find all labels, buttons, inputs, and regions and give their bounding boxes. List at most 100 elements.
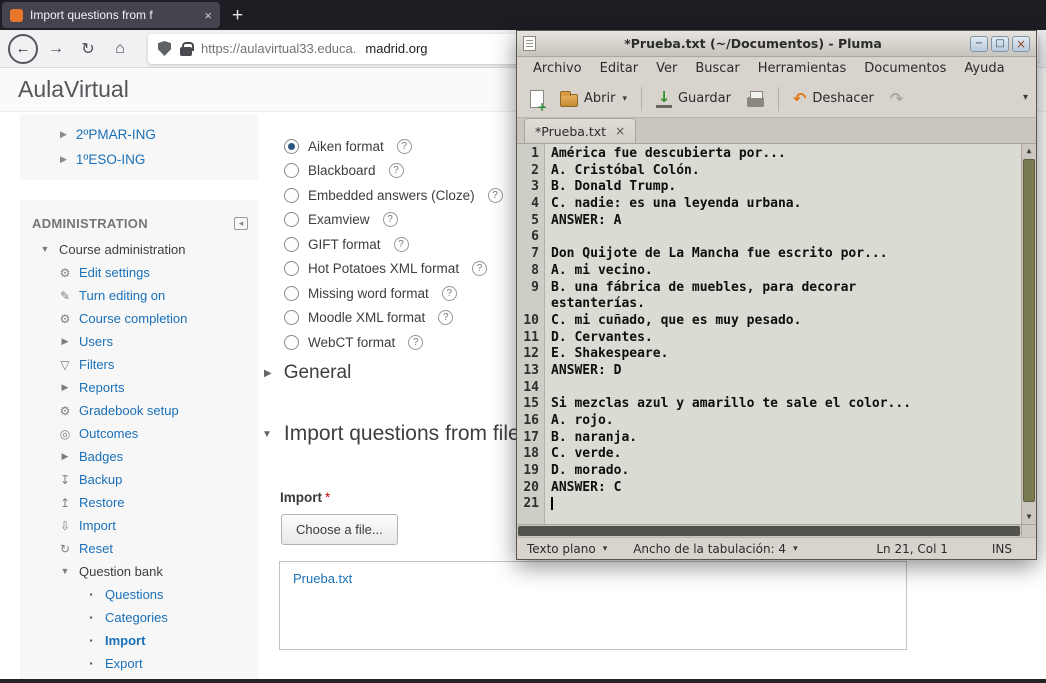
highlight-mode-selector[interactable]: Texto plano ▾: [527, 542, 607, 556]
admin-item-questions[interactable]: ▪ Questions: [20, 583, 258, 606]
file-drop-area[interactable]: Prueba.txt: [279, 561, 907, 650]
tab-close-icon[interactable]: ×: [204, 8, 212, 23]
editor-line[interactable]: 13ANSWER: D: [517, 363, 1021, 380]
admin-item-filters[interactable]: ▽ Filters: [20, 353, 258, 376]
browser-tab[interactable]: Import questions from f ×: [2, 2, 220, 28]
chevron-down-icon[interactable]: ▼: [38, 245, 52, 254]
help-icon[interactable]: ?: [472, 261, 487, 276]
editor-line[interactable]: 12E. Shakespeare.: [517, 346, 1021, 363]
menu-ayuda[interactable]: Ayuda: [955, 61, 1013, 76]
menu-herramientas[interactable]: Herramientas: [749, 61, 856, 76]
line-text[interactable]: Don Quijote de La Mancha fue escrito por…: [539, 246, 888, 263]
chevron-right-icon[interactable]: ▶: [60, 129, 67, 140]
help-icon[interactable]: ?: [442, 286, 457, 301]
help-icon[interactable]: ?: [383, 212, 398, 227]
radio-button[interactable]: [284, 261, 299, 276]
course-item-1eso-ing[interactable]: ▶ 1ºESO-ING: [20, 147, 258, 172]
editor-line[interactable]: 7Don Quijote de La Mancha fue escrito po…: [517, 246, 1021, 263]
line-text[interactable]: [539, 380, 551, 397]
chevron-right-icon[interactable]: ▶: [58, 452, 72, 461]
chevron-down-icon[interactable]: ▼: [262, 429, 272, 440]
line-text[interactable]: B. naranja.: [539, 430, 637, 447]
format-option-aiken[interactable]: Aiken format ?: [284, 134, 503, 159]
format-option-webct[interactable]: WebCT format ?: [284, 330, 503, 355]
chevron-right-icon[interactable]: ▶: [60, 154, 67, 165]
new-document-button[interactable]: [523, 86, 551, 112]
line-text[interactable]: [539, 229, 551, 246]
shield-icon[interactable]: [158, 41, 171, 56]
course-link[interactable]: 1ºESO-ING: [76, 152, 145, 167]
format-option-missing-word[interactable]: Missing word format ?: [284, 281, 503, 306]
editor-line[interactable]: 20ANSWER: C: [517, 480, 1021, 497]
menu-editar[interactable]: Editar: [591, 61, 648, 76]
editor-line[interactable]: 17B. naranja.: [517, 430, 1021, 447]
editor-line[interactable]: 15Si mezclas azul y amarillo te sale el …: [517, 396, 1021, 413]
help-icon[interactable]: ?: [438, 310, 453, 325]
admin-item-reports[interactable]: ▶ Reports: [20, 376, 258, 399]
chevron-right-icon[interactable]: ▶: [58, 383, 72, 392]
admin-item-users[interactable]: ▶ Users: [20, 330, 258, 353]
radio-button[interactable]: [284, 310, 299, 325]
reload-button[interactable]: ↻: [74, 39, 102, 59]
redo-button[interactable]: ↷: [883, 87, 910, 111]
close-button[interactable]: ×: [1012, 36, 1030, 52]
admin-item-restore[interactable]: ↥ Restore: [20, 491, 258, 514]
admin-item-import-questions[interactable]: ▪ Import: [20, 629, 258, 652]
editor-line[interactable]: 3B. Donald Trump.: [517, 179, 1021, 196]
line-text[interactable]: A. mi vecino.: [539, 263, 653, 280]
radio-button[interactable]: [284, 286, 299, 301]
editor-line[interactable]: 10C. mi cuñado, que es muy pesado.: [517, 313, 1021, 330]
section-import-questions[interactable]: ▼ Import questions from file: [262, 422, 520, 446]
menu-archivo[interactable]: Archivo: [524, 61, 591, 76]
admin-item-outcomes[interactable]: ◎ Outcomes: [20, 422, 258, 445]
line-text[interactable]: [539, 496, 553, 513]
save-button[interactable]: ↓ Guardar: [649, 86, 738, 112]
scroll-up-icon[interactable]: ▲: [1022, 144, 1036, 158]
back-button[interactable]: ←: [8, 34, 38, 64]
editor-line[interactable]: 9B. una fábrica de muebles, para decorar: [517, 280, 1021, 297]
admin-item-backup[interactable]: ↧ Backup: [20, 468, 258, 491]
line-text[interactable]: estanterías.: [539, 296, 645, 313]
line-text[interactable]: América fue descubierta por...: [539, 146, 786, 163]
line-text[interactable]: B. Donald Trump.: [539, 179, 676, 196]
editor-line[interactable]: 2A. Cristóbal Colón.: [517, 163, 1021, 180]
uploaded-file-link[interactable]: Prueba.txt: [293, 571, 352, 586]
minimize-button[interactable]: −: [970, 36, 988, 52]
help-icon[interactable]: ?: [408, 335, 423, 350]
menu-documentos[interactable]: Documentos: [855, 61, 955, 76]
format-option-examview[interactable]: Examview ?: [284, 208, 503, 233]
admin-item-reset[interactable]: ↻ Reset: [20, 537, 258, 560]
format-option-cloze[interactable]: Embedded answers (Cloze) ?: [284, 183, 503, 208]
line-text[interactable]: C. nadie: es una leyenda urbana.: [539, 196, 801, 213]
line-text[interactable]: C. verde.: [539, 446, 621, 463]
text-editor[interactable]: 1América fue descubierta por... 2A. Cris…: [517, 144, 1036, 537]
help-icon[interactable]: ?: [394, 237, 409, 252]
admin-item-edit-settings[interactable]: ⚙ Edit settings: [20, 261, 258, 284]
editor-line[interactable]: 8A. mi vecino.: [517, 263, 1021, 280]
course-link[interactable]: 2ºPMAR-ING: [76, 127, 156, 142]
pluma-title-bar[interactable]: *Prueba.txt (~/Documentos) - Pluma − □ ×: [517, 31, 1036, 57]
line-text[interactable]: D. Cervantes.: [539, 330, 653, 347]
line-text[interactable]: C. mi cuñado, que es muy pesado.: [539, 313, 801, 330]
line-text[interactable]: D. morado.: [539, 463, 629, 480]
home-button[interactable]: ⌂: [106, 40, 134, 58]
line-text[interactable]: ANSWER: A: [539, 213, 621, 230]
admin-item-gradebook-setup[interactable]: ⚙ Gradebook setup: [20, 399, 258, 422]
admin-item-question-bank[interactable]: ▼ Question bank: [20, 560, 258, 583]
section-general[interactable]: ▶ General: [264, 362, 351, 384]
vertical-scrollbar-thumb[interactable]: [1023, 159, 1035, 502]
editor-line-wrap[interactable]: estanterías.: [517, 296, 1021, 313]
help-icon[interactable]: ?: [488, 188, 503, 203]
menu-ver[interactable]: Ver: [647, 61, 686, 76]
editor-line[interactable]: 1América fue descubierta por...: [517, 146, 1021, 163]
new-tab-button[interactable]: +: [232, 6, 243, 25]
chevron-down-icon[interactable]: ▼: [58, 567, 72, 576]
scroll-down-icon[interactable]: ▼: [1022, 510, 1036, 524]
line-text[interactable]: B. una fábrica de muebles, para decorar: [539, 280, 856, 297]
line-text[interactable]: E. Shakespeare.: [539, 346, 668, 363]
editor-line[interactable]: 6: [517, 229, 1021, 246]
editor-line[interactable]: 18C. verde.: [517, 446, 1021, 463]
document-tab[interactable]: *Prueba.txt ×: [524, 118, 636, 143]
undo-button[interactable]: ↶ Deshacer: [786, 87, 881, 111]
radio-button[interactable]: [284, 188, 299, 203]
